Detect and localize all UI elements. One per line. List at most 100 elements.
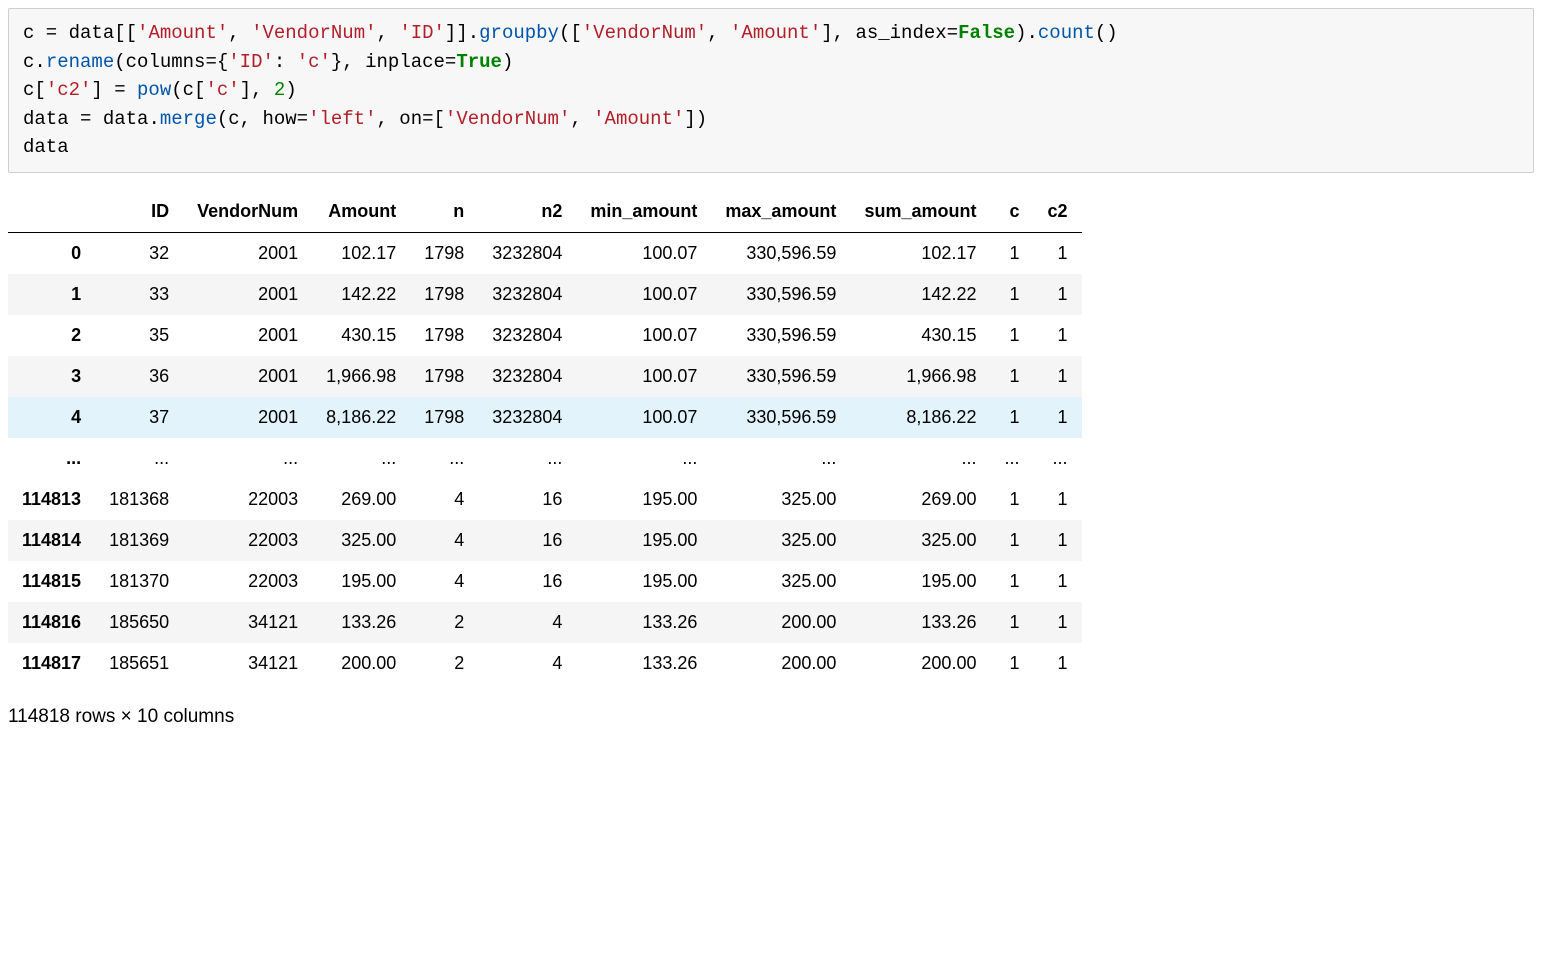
table-cell: ... (478, 438, 576, 479)
table-cell: 2001 (183, 232, 312, 274)
table-cell: 100.07 (576, 397, 711, 438)
table-cell: 102.17 (312, 232, 410, 274)
table-cell: 185651 (95, 643, 183, 684)
table-cell: 430.15 (312, 315, 410, 356)
column-header: max_amount (711, 191, 850, 233)
table-cell: 133.26 (576, 602, 711, 643)
table-cell: 330,596.59 (711, 274, 850, 315)
table-cell: 4 (478, 643, 576, 684)
table-cell: 325.00 (850, 520, 990, 561)
row-index: 1 (8, 274, 95, 315)
table-cell: 195.00 (576, 561, 711, 602)
table-cell: 2 (410, 643, 478, 684)
column-header: c2 (1033, 191, 1081, 233)
table-cell: 100.07 (576, 315, 711, 356)
code-token: ], (240, 79, 274, 101)
code-token: c (23, 79, 34, 101)
table-cell: 1798 (410, 397, 478, 438)
row-index: 2 (8, 315, 95, 356)
table-cell: 1 (1033, 479, 1081, 520)
code-token: 'VendorNum' (445, 108, 570, 130)
table-cell: 1798 (410, 356, 478, 397)
table-row: 11481318136822003269.00416195.00325.0026… (8, 479, 1082, 520)
table-cell: 8,186.22 (850, 397, 990, 438)
column-header: c (990, 191, 1033, 233)
row-index: 3 (8, 356, 95, 397)
table-cell: 325.00 (711, 520, 850, 561)
output-area: IDVendorNumAmountnn2min_amountmax_amount… (8, 191, 1534, 728)
code-token: data (23, 108, 69, 130)
code-token: ) (502, 51, 513, 73)
table-cell: 2001 (183, 397, 312, 438)
code-token: 'left' (308, 108, 376, 130)
table-cell: ... (1033, 438, 1081, 479)
table-cell: 1 (990, 602, 1033, 643)
table-cell: 330,596.59 (711, 315, 850, 356)
table-cell: 325.00 (711, 561, 850, 602)
table-cell: 200.00 (312, 643, 410, 684)
row-index: 114815 (8, 561, 95, 602)
code-token: ). (1015, 22, 1038, 44)
table-cell: 325.00 (711, 479, 850, 520)
table-cell: 1 (990, 520, 1033, 561)
code-token: }, inplace= (331, 51, 456, 73)
code-token: data (23, 136, 69, 158)
table-cell: 133.26 (850, 602, 990, 643)
table-cell: 8,186.22 (312, 397, 410, 438)
code-token: () (1095, 22, 1118, 44)
table-cell: 1 (990, 315, 1033, 356)
code-token: [ (34, 79, 45, 101)
code-token: 'Amount' (593, 108, 684, 130)
column-header: n2 (478, 191, 576, 233)
column-header: n (410, 191, 478, 233)
code-token: ([ (559, 22, 582, 44)
code-token: = (34, 22, 68, 44)
table-cell: 2 (410, 602, 478, 643)
table-cell: 133.26 (312, 602, 410, 643)
table-cell: 1 (1033, 274, 1081, 315)
table-cell: 35 (95, 315, 183, 356)
table-cell: ... (312, 438, 410, 479)
code-token: , (707, 22, 730, 44)
index-header (8, 191, 95, 233)
table-cell: 1 (990, 643, 1033, 684)
table-cell: 200.00 (711, 602, 850, 643)
table-cell: 1 (990, 397, 1033, 438)
table-cell: ... (183, 438, 312, 479)
table-row: 1332001142.2217983232804100.07330,596.59… (8, 274, 1082, 315)
code-token: 'c' (297, 51, 331, 73)
column-header: sum_amount (850, 191, 990, 233)
code-token: 'ID' (228, 51, 274, 73)
table-cell: 1 (1033, 315, 1081, 356)
table-cell: 330,596.59 (711, 397, 850, 438)
table-cell: 142.22 (850, 274, 990, 315)
table-cell: 3232804 (478, 274, 576, 315)
table-cell: 1 (1033, 397, 1081, 438)
table-cell: 325.00 (312, 520, 410, 561)
table-cell: ... (711, 438, 850, 479)
dataframe-shape-footer: 114818 rows × 10 columns (8, 706, 1534, 728)
row-index: 114816 (8, 602, 95, 643)
code-token: ] = (91, 79, 137, 101)
table-cell: 1,966.98 (312, 356, 410, 397)
code-cell[interactable]: c = data[['Amount', 'VendorNum', 'ID']].… (8, 8, 1534, 173)
table-cell: 32 (95, 232, 183, 274)
table-row: 11481518137022003195.00416195.00325.0019… (8, 561, 1082, 602)
table-cell: 2001 (183, 274, 312, 315)
code-token: data (103, 108, 149, 130)
table-cell: 269.00 (312, 479, 410, 520)
code-token: ]] (445, 22, 468, 44)
table-cell: 22003 (183, 520, 312, 561)
code-token: c (23, 51, 34, 73)
table-cell: 1 (1033, 602, 1081, 643)
table-cell: 1798 (410, 274, 478, 315)
table-cell: 16 (478, 520, 576, 561)
code-token: count (1038, 22, 1095, 44)
code-token: (columns={ (114, 51, 228, 73)
code-token: ]) (684, 108, 707, 130)
code-token: groupby (479, 22, 559, 44)
table-row: 11481418136922003325.00416195.00325.0032… (8, 520, 1082, 561)
code-token: , (377, 22, 400, 44)
table-cell: 22003 (183, 479, 312, 520)
code-token: merge (160, 108, 217, 130)
